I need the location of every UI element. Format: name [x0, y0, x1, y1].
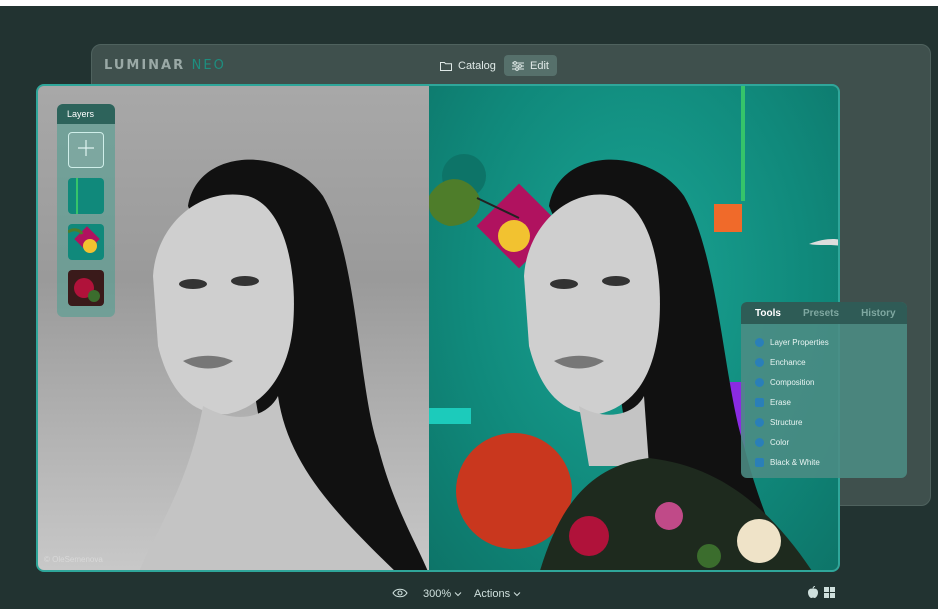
tool-layer-properties[interactable]: Layer Properties [741, 332, 907, 352]
preview-toggle[interactable] [392, 588, 408, 601]
edit-label: Edit [530, 59, 549, 72]
tool-label: Color [770, 437, 790, 447]
tool-composition[interactable]: Composition [741, 372, 907, 392]
layers-title: Layers [57, 104, 115, 124]
tab-history[interactable]: History [861, 308, 895, 319]
apple-icon [808, 585, 818, 601]
folder-icon [440, 61, 452, 71]
color-icon [755, 437, 764, 447]
layers-panel: Layers [57, 104, 115, 317]
layer-thumbnail-3[interactable] [68, 270, 104, 306]
platform-icons [808, 585, 835, 601]
tool-label: Structure [770, 417, 803, 427]
image-canvas[interactable]: © OleSemenova [36, 84, 840, 572]
tab-tools[interactable]: Tools [755, 308, 781, 319]
tool-enhance[interactable]: Enchance [741, 352, 907, 372]
bottom-bar: 300% Actions [0, 582, 938, 606]
logo-main: LUMINAR [104, 58, 186, 73]
layer-properties-icon [755, 337, 764, 347]
tools-tabs: Tools Presets History [741, 302, 907, 324]
enhance-icon [755, 357, 764, 367]
tool-label: Composition [770, 377, 815, 387]
tool-list: Layer Properties Enchance Composition Er… [741, 324, 907, 472]
erase-icon [755, 397, 764, 407]
add-layer-button[interactable] [68, 132, 104, 168]
tool-label: Erase [770, 397, 791, 407]
app-header: LUMINAR NEO Catalog Edit [92, 45, 930, 85]
eye-icon [392, 588, 408, 601]
logo-accent: NEO [191, 58, 226, 73]
windows-icon [824, 586, 835, 601]
tool-label: Layer Properties [770, 337, 829, 347]
tool-label: Enchance [770, 357, 806, 367]
tool-black-white[interactable]: Black & White [741, 452, 907, 472]
zoom-value: 300% [423, 588, 452, 600]
catalog-button[interactable]: Catalog [432, 55, 504, 76]
edit-button[interactable]: Edit [504, 55, 557, 76]
sliders-icon [512, 60, 524, 71]
composition-icon [755, 377, 764, 387]
actions-dropdown[interactable]: Actions [474, 588, 521, 600]
layer-thumbnail-2[interactable] [68, 224, 104, 260]
plus-icon [76, 138, 96, 163]
structure-icon [755, 417, 764, 427]
tool-structure[interactable]: Structure [741, 412, 907, 432]
zoom-dropdown[interactable]: 300% [423, 588, 462, 600]
tools-panel: Tools Presets History Layer Properties E… [741, 302, 907, 478]
chevron-down-icon [513, 588, 521, 600]
tool-label: Black & White [770, 457, 820, 467]
black-white-icon [755, 457, 764, 467]
catalog-label: Catalog [458, 59, 496, 72]
chevron-down-icon [454, 588, 462, 600]
actions-label: Actions [474, 588, 511, 600]
tab-presets[interactable]: Presets [803, 308, 839, 319]
tool-erase[interactable]: Erase [741, 392, 907, 412]
app-logo: LUMINAR NEO [104, 58, 226, 73]
top-edge [0, 0, 938, 6]
layer-thumbnail-1[interactable] [68, 178, 104, 214]
photo-credit: © OleSemenova [44, 555, 103, 564]
tool-color[interactable]: Color [741, 432, 907, 452]
